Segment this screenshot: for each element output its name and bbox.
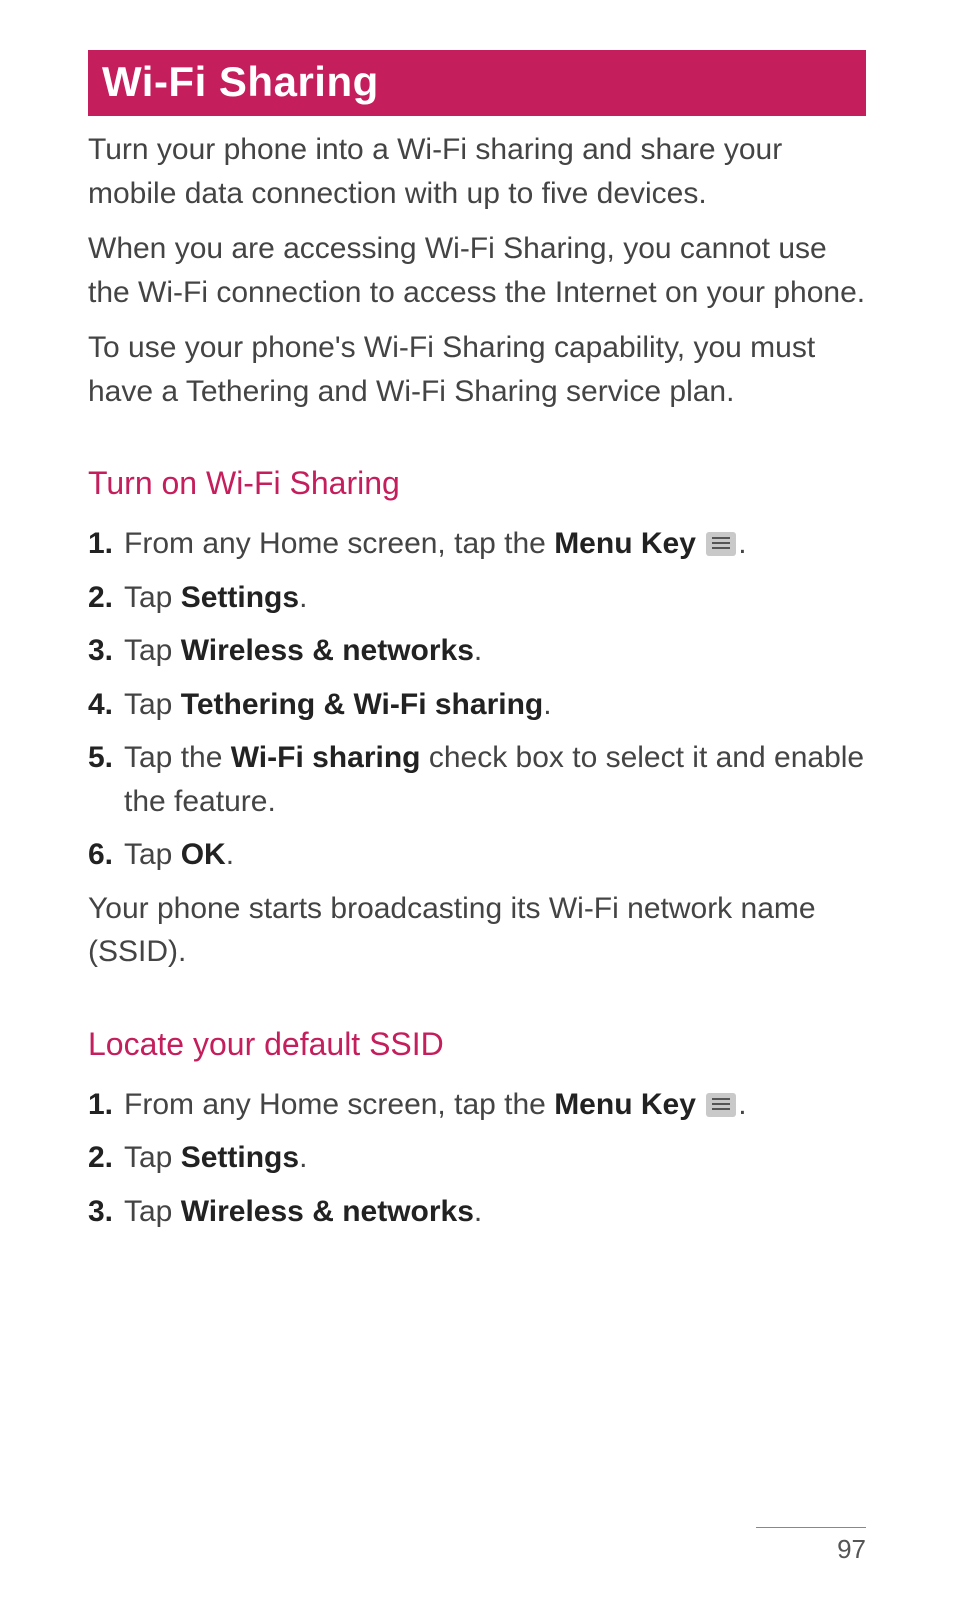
step-text: Tap xyxy=(124,688,181,721)
step-text xyxy=(696,1088,704,1121)
step-text: From any Home screen, tap the xyxy=(124,527,554,560)
intro-paragraph-2: When you are accessing Wi-Fi Sharing, yo… xyxy=(88,227,866,314)
footer-rule xyxy=(756,1527,866,1528)
step-text: . xyxy=(474,1195,482,1228)
step-text: Tap xyxy=(124,838,181,871)
step-text: . xyxy=(226,838,234,871)
menu-key-icon xyxy=(706,532,736,556)
page-number: 97 xyxy=(756,1534,866,1565)
step-bold: Wireless & networks xyxy=(181,1195,474,1228)
step-text: Tap xyxy=(124,1141,181,1174)
step-text xyxy=(696,527,704,560)
step-bold: Menu Key xyxy=(554,527,696,560)
manual-page: Wi-Fi Sharing Turn your phone into a Wi-… xyxy=(0,0,954,1233)
step-item: Tap the Wi-Fi sharing check box to selec… xyxy=(88,736,866,823)
intro-paragraph-3: To use your phone's Wi-Fi Sharing capabi… xyxy=(88,326,866,413)
step-text: Tap xyxy=(124,581,181,614)
step-bold: Wireless & networks xyxy=(181,634,474,667)
step-text: . xyxy=(738,527,746,560)
step-item: Tap Wireless & networks. xyxy=(88,1190,866,1234)
intro-paragraph-1: Turn your phone into a Wi-Fi sharing and… xyxy=(88,128,866,215)
result-paragraph: Your phone starts broadcasting its Wi-Fi… xyxy=(88,887,866,974)
intro-block: Turn your phone into a Wi-Fi sharing and… xyxy=(88,128,866,413)
steps-locate-ssid: From any Home screen, tap the Menu Key .… xyxy=(88,1083,866,1234)
page-title: Wi-Fi Sharing xyxy=(88,50,866,116)
step-bold: Wi-Fi sharing xyxy=(231,741,421,774)
step-bold: Settings xyxy=(181,581,299,614)
step-text: From any Home screen, tap the xyxy=(124,1088,554,1121)
step-text: Tap xyxy=(124,634,181,667)
step-item: Tap OK. xyxy=(88,833,866,877)
section-heading-turn-on: Turn on Wi-Fi Sharing xyxy=(88,465,866,502)
step-text: . xyxy=(738,1088,746,1121)
step-text: . xyxy=(299,1141,307,1174)
step-item: From any Home screen, tap the Menu Key . xyxy=(88,1083,866,1127)
step-bold: Menu Key xyxy=(554,1088,696,1121)
page-footer: 97 xyxy=(756,1527,866,1565)
step-bold: OK xyxy=(181,838,226,871)
step-item: Tap Wireless & networks. xyxy=(88,629,866,673)
step-text: Tap xyxy=(124,1195,181,1228)
step-bold: Tethering & Wi-Fi sharing xyxy=(181,688,544,721)
step-item: From any Home screen, tap the Menu Key . xyxy=(88,522,866,566)
step-text: . xyxy=(299,581,307,614)
step-text: . xyxy=(543,688,551,721)
section-heading-locate-ssid: Locate your default SSID xyxy=(88,1026,866,1063)
steps-turn-on: From any Home screen, tap the Menu Key .… xyxy=(88,522,866,877)
step-text: . xyxy=(474,634,482,667)
step-item: Tap Settings. xyxy=(88,576,866,620)
step-item: Tap Tethering & Wi-Fi sharing. xyxy=(88,683,866,727)
step-bold: Settings xyxy=(181,1141,299,1174)
menu-key-icon xyxy=(706,1093,736,1117)
step-item: Tap Settings. xyxy=(88,1136,866,1180)
step-text: Tap the xyxy=(124,741,231,774)
